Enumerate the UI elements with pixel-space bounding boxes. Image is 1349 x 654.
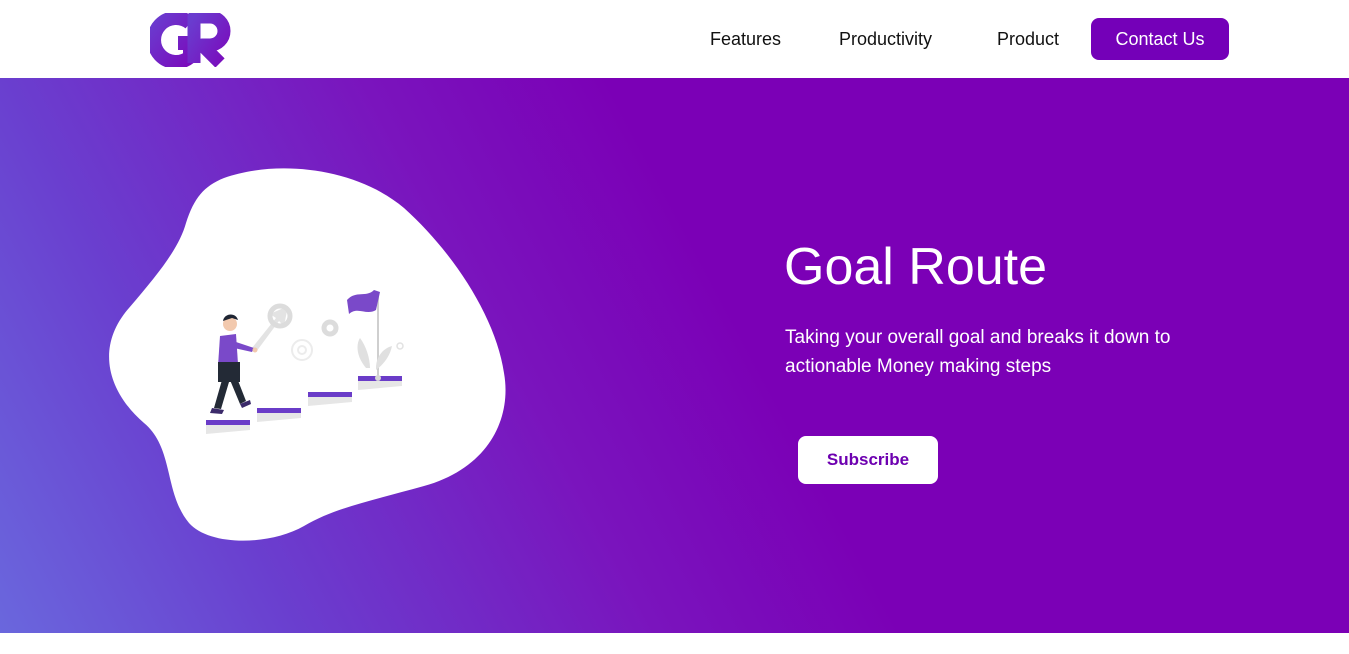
hero-section: Goal Route Taking your overall goal and … <box>0 78 1349 633</box>
gr-logo-icon[interactable] <box>150 13 238 67</box>
navbar: Features Productivity Product Contact Us <box>0 0 1349 78</box>
illustration-blob <box>109 168 506 541</box>
nav-features-link[interactable]: Features <box>710 28 781 50</box>
contact-us-button[interactable]: Contact Us <box>1091 18 1229 60</box>
nav-productivity-link[interactable]: Productivity <box>839 28 932 50</box>
hero-illustration <box>104 168 506 542</box>
subscribe-button[interactable]: Subscribe <box>798 436 938 484</box>
hero-description: Taking your overall goal and breaks it d… <box>785 327 1171 377</box>
nav-product-link[interactable]: Product <box>997 28 1059 50</box>
hero-title: Goal Route <box>784 238 1048 296</box>
